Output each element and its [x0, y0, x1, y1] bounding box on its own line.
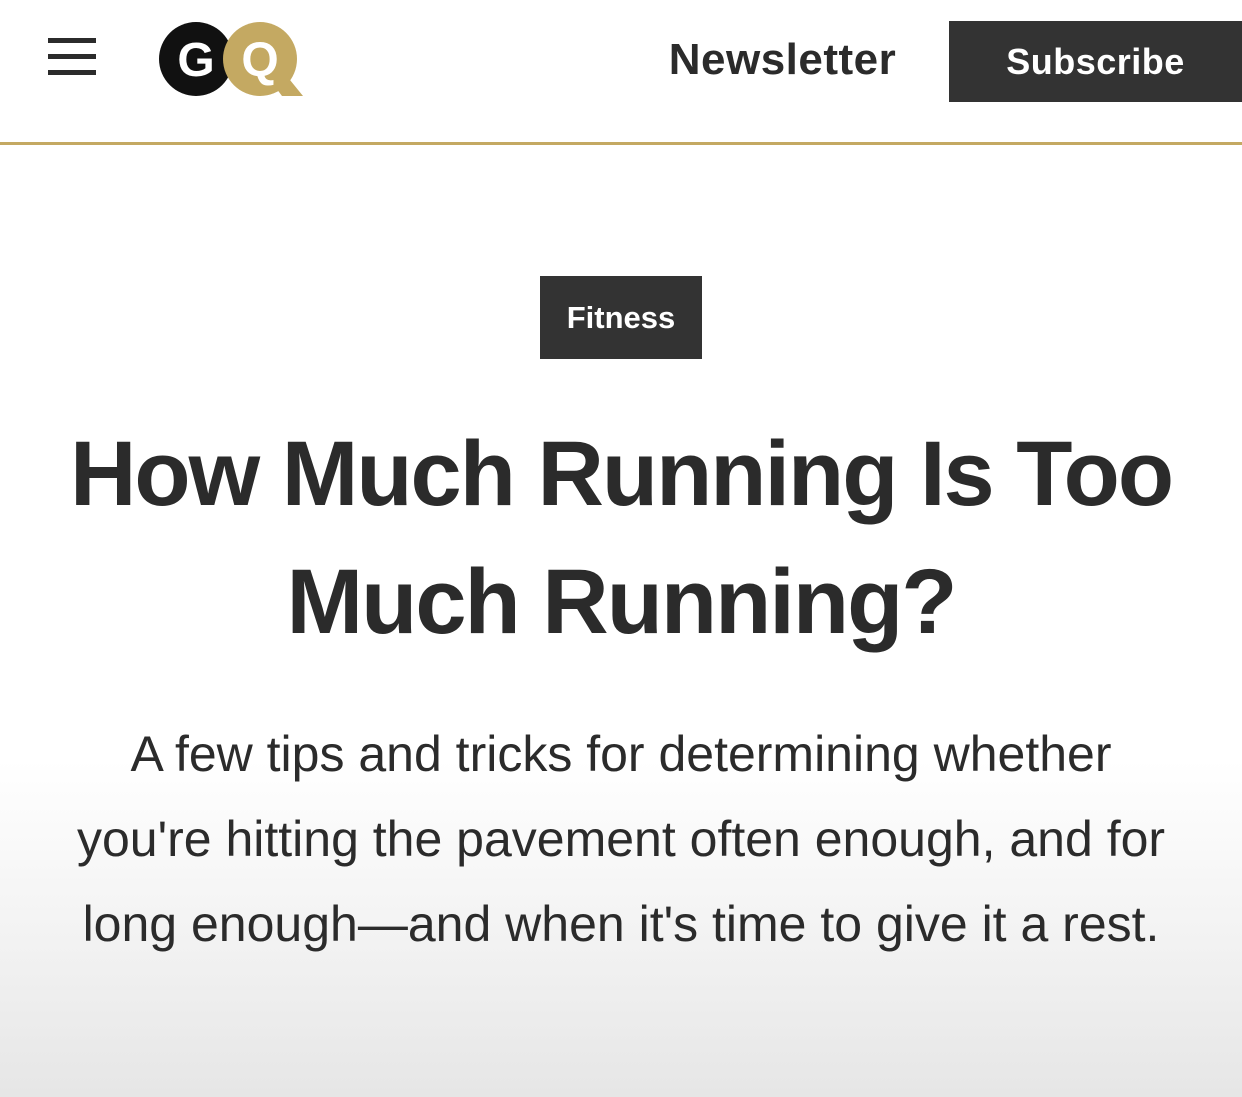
gq-logo[interactable]: G Q	[158, 22, 303, 102]
menu-bar	[48, 70, 96, 75]
logo-q-letter: Q	[241, 34, 278, 87]
newsletter-link[interactable]: Newsletter	[660, 34, 905, 86]
article-dek: A few tips and tricks for determining wh…	[76, 726, 1166, 952]
hamburger-menu-icon[interactable]	[48, 38, 96, 76]
logo-g-letter: G	[177, 34, 214, 87]
gq-logo-mark: G Q	[159, 22, 303, 96]
site-header: G Q Newsletter Subscribe	[0, 0, 1242, 145]
category-tag[interactable]: Fitness	[540, 276, 702, 359]
menu-bar	[48, 54, 96, 59]
menu-bar	[48, 38, 96, 43]
article-headline: How Much Running Is Too Much Running?	[69, 423, 1174, 653]
subscribe-button[interactable]: Subscribe	[949, 21, 1242, 102]
